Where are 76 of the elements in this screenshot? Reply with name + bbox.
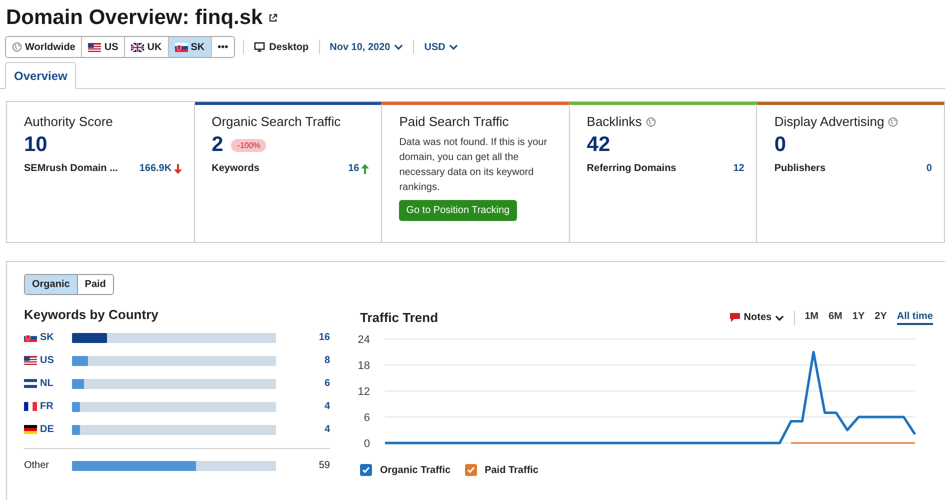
tab[interactable]: Overview — [5, 62, 76, 89]
globe-icon — [12, 42, 22, 52]
metric-label: Referring Domains — [586, 163, 676, 174]
metric-count[interactable]: 12 — [733, 163, 744, 174]
globe-icon — [646, 116, 656, 126]
country-label: Other — [24, 460, 50, 471]
database-button[interactable]: Worldwide — [6, 37, 82, 57]
legend-label: Paid Traffic — [484, 464, 538, 476]
metric-value: 42 — [586, 133, 610, 157]
metric-label: Publishers — [774, 163, 826, 174]
section-title: Traffic Trend — [360, 310, 438, 325]
axis-label: 12 — [358, 386, 370, 398]
period-tab[interactable]: 1M — [804, 310, 818, 324]
metric-value: 10 — [24, 133, 48, 157]
notes-dropdown[interactable]: Notes — [728, 312, 784, 323]
period-tab[interactable]: All time — [896, 310, 933, 324]
flag-icon — [24, 356, 37, 365]
flag-icon — [131, 42, 144, 52]
change-badge: -100% — [231, 138, 266, 152]
period-tab[interactable]: 6M — [828, 310, 842, 324]
period-tab[interactable]: 2Y — [874, 310, 887, 324]
position-tracking-button[interactable]: Go to Position Tracking — [399, 200, 517, 221]
card-title: Paid Search Traffic — [399, 114, 509, 129]
keyword-count[interactable]: 6 — [324, 378, 330, 389]
date-dropdown[interactable]: Nov 10, 2020 — [328, 42, 406, 52]
currency-dropdown[interactable]: USD — [422, 42, 460, 52]
axis-label: 0 — [364, 438, 370, 450]
traffic-type-toggle[interactable]: Organic — [25, 275, 78, 294]
card-title: Backlinks — [586, 114, 642, 129]
flag-icon — [24, 379, 37, 388]
caret-icon — [394, 44, 404, 50]
axis-label: 18 — [358, 360, 370, 372]
check-icon — [361, 465, 371, 475]
metric-count[interactable]: 166.9K — [139, 163, 172, 174]
keyword-count[interactable]: 8 — [324, 355, 330, 366]
database-button[interactable]: SK — [168, 37, 212, 57]
legend-label: Organic Traffic — [380, 464, 451, 476]
legend-checkbox[interactable] — [464, 464, 477, 476]
flag-icon — [24, 425, 37, 434]
device-dropdown[interactable]: Desktop — [252, 42, 311, 52]
card-title: Display Advertising — [774, 114, 884, 129]
check-icon — [466, 465, 476, 475]
external-link-icon[interactable] — [268, 13, 278, 23]
flag-icon — [88, 42, 102, 52]
country-link[interactable]: FR — [40, 401, 54, 412]
country-link[interactable]: DE — [40, 424, 54, 435]
caret-icon — [449, 44, 458, 50]
card-title: Organic Search Traffic — [212, 114, 341, 129]
keyword-count[interactable]: 4 — [324, 401, 330, 412]
metric-label: SEMrush Domain ... — [24, 163, 118, 174]
keyword-count: 59 — [318, 460, 330, 471]
flag-icon — [24, 402, 37, 411]
legend-checkbox[interactable] — [360, 464, 372, 476]
section-title: Keywords by Country — [24, 307, 160, 322]
speech-bubble-icon — [728, 312, 741, 323]
metric-count[interactable]: 16 — [348, 163, 360, 174]
caret-icon — [774, 314, 784, 320]
page-title: Domain Overview: finq.sk — [6, 6, 263, 30]
flag-icon — [24, 333, 37, 342]
message-text: Data was not found. If this is your domain, you can get all the necessary data on its keyword rankings. — [399, 136, 548, 195]
country-link[interactable]: SK — [40, 332, 54, 343]
keyword-count[interactable]: 16 — [318, 332, 330, 343]
metric-count[interactable]: 0 — [926, 163, 932, 174]
axis-label: 24 — [358, 334, 370, 346]
metric-value: 2 — [212, 133, 224, 157]
monitor-icon — [254, 42, 266, 52]
metric-value: 0 — [774, 133, 786, 157]
country-link[interactable]: US — [40, 355, 54, 366]
keyword-count[interactable]: 4 — [324, 424, 330, 435]
globe-icon — [888, 116, 898, 126]
card-title: Authority Score — [24, 114, 113, 129]
metric-label: Keywords — [212, 163, 260, 174]
flag-icon — [174, 42, 188, 52]
period-tab[interactable]: 1Y — [852, 310, 865, 324]
axis-label: 6 — [364, 412, 370, 424]
country-link[interactable]: NL — [40, 378, 54, 389]
